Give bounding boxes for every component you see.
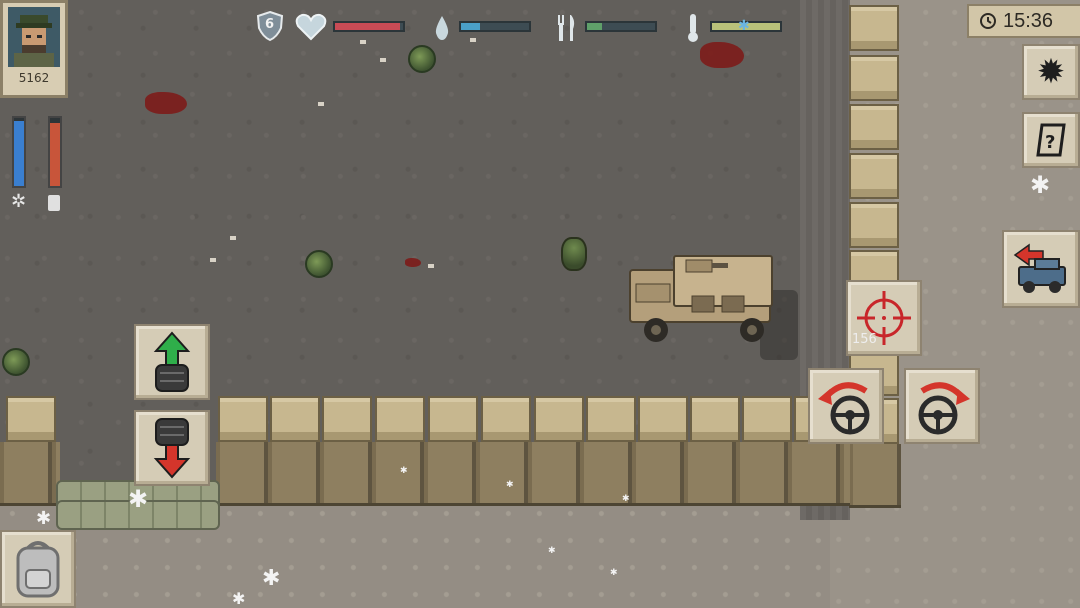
hunger-bar: [585, 21, 657, 32]
thermometer-icon: [688, 14, 698, 42]
snowflake: ✱: [548, 546, 556, 556]
quest-notepad-icon: ?: [1036, 123, 1066, 157]
crate: [322, 396, 372, 442]
snowflake: ✱: [232, 589, 246, 608]
crate: [638, 396, 688, 442]
gear-shift-down-icon: [153, 418, 191, 479]
snowflake: ✱: [262, 566, 281, 591]
quests-button[interactable]: ?: [1022, 112, 1080, 168]
fuel-bar: [48, 116, 62, 188]
backpack-button[interactable]: [0, 530, 76, 608]
water-drop-icon: [435, 16, 449, 40]
game-clock: 15:36: [967, 4, 1080, 38]
crate-side: [849, 444, 901, 508]
crate: [849, 153, 899, 199]
steer-left-button[interactable]: [808, 368, 884, 444]
health-bar: [333, 21, 405, 32]
zombie[interactable]: [305, 250, 333, 278]
crate: [534, 396, 584, 442]
gear-down-button[interactable]: [134, 410, 210, 486]
zombie[interactable]: [2, 348, 30, 376]
blood-stain: [145, 92, 187, 114]
debris: [318, 102, 324, 106]
clock-icon: [980, 13, 996, 29]
stamina-bar: [12, 116, 26, 188]
snowflake: ✱: [622, 494, 630, 504]
snowflake: ✱: [400, 466, 408, 476]
clock-time: 15:36: [1003, 9, 1054, 32]
crate: [849, 104, 899, 150]
crate: [218, 396, 268, 442]
snowflake: ✱: [610, 568, 618, 578]
steer-left-icon: [818, 382, 870, 435]
player-character: [561, 237, 587, 271]
debris: [428, 264, 434, 268]
thirst-bar: [459, 21, 531, 32]
gear-shift-up-icon: [153, 331, 191, 392]
backpack-icon: [16, 541, 60, 598]
crate: [742, 396, 792, 442]
ammo-count: 156: [852, 332, 877, 347]
crate: [428, 396, 478, 442]
crate-side: [216, 442, 850, 506]
crate: [375, 396, 425, 442]
snowflake: ✱: [36, 508, 52, 529]
zombie[interactable]: [408, 45, 436, 73]
player-portrait[interactable]: 5162: [0, 0, 68, 98]
snowflake: ✱: [506, 480, 514, 490]
svg-text:?: ?: [1045, 132, 1055, 153]
settings-gear-icon: ✹: [1036, 52, 1066, 92]
crate: [849, 5, 899, 51]
avatar: [8, 7, 60, 67]
crate: [690, 396, 740, 442]
snowflake: ✱: [128, 485, 149, 513]
crate-side: [0, 442, 60, 506]
humvee-vehicle[interactable]: [626, 252, 782, 344]
settings-button[interactable]: ✹: [1022, 44, 1080, 100]
snowflake-icon: ✱: [738, 18, 750, 34]
crate: [586, 396, 636, 442]
armor-level: 6: [265, 17, 275, 32]
battery-icon: [48, 195, 60, 211]
steer-right-icon: [918, 382, 970, 435]
debris: [210, 258, 216, 262]
gear-icon: ✲: [11, 191, 27, 212]
heart-icon: [295, 13, 327, 41]
crate: [481, 396, 531, 442]
crate: [270, 396, 320, 442]
fork-knife-icon: [558, 15, 575, 41]
player-score: 5162: [18, 71, 50, 85]
debris: [230, 236, 236, 240]
crate: [849, 202, 899, 248]
exit-vehicle-icon: [1013, 243, 1066, 293]
steer-right-button[interactable]: [904, 368, 980, 444]
blood-stain: [405, 258, 421, 267]
debris: [380, 58, 386, 62]
snowflake: ✱: [1030, 171, 1051, 199]
stats-bar: 6 ✱: [255, 10, 790, 46]
gear-up-button[interactable]: [134, 324, 210, 400]
crate: [6, 396, 56, 442]
exit-vehicle-button[interactable]: [1002, 230, 1080, 308]
crate: [849, 55, 899, 101]
